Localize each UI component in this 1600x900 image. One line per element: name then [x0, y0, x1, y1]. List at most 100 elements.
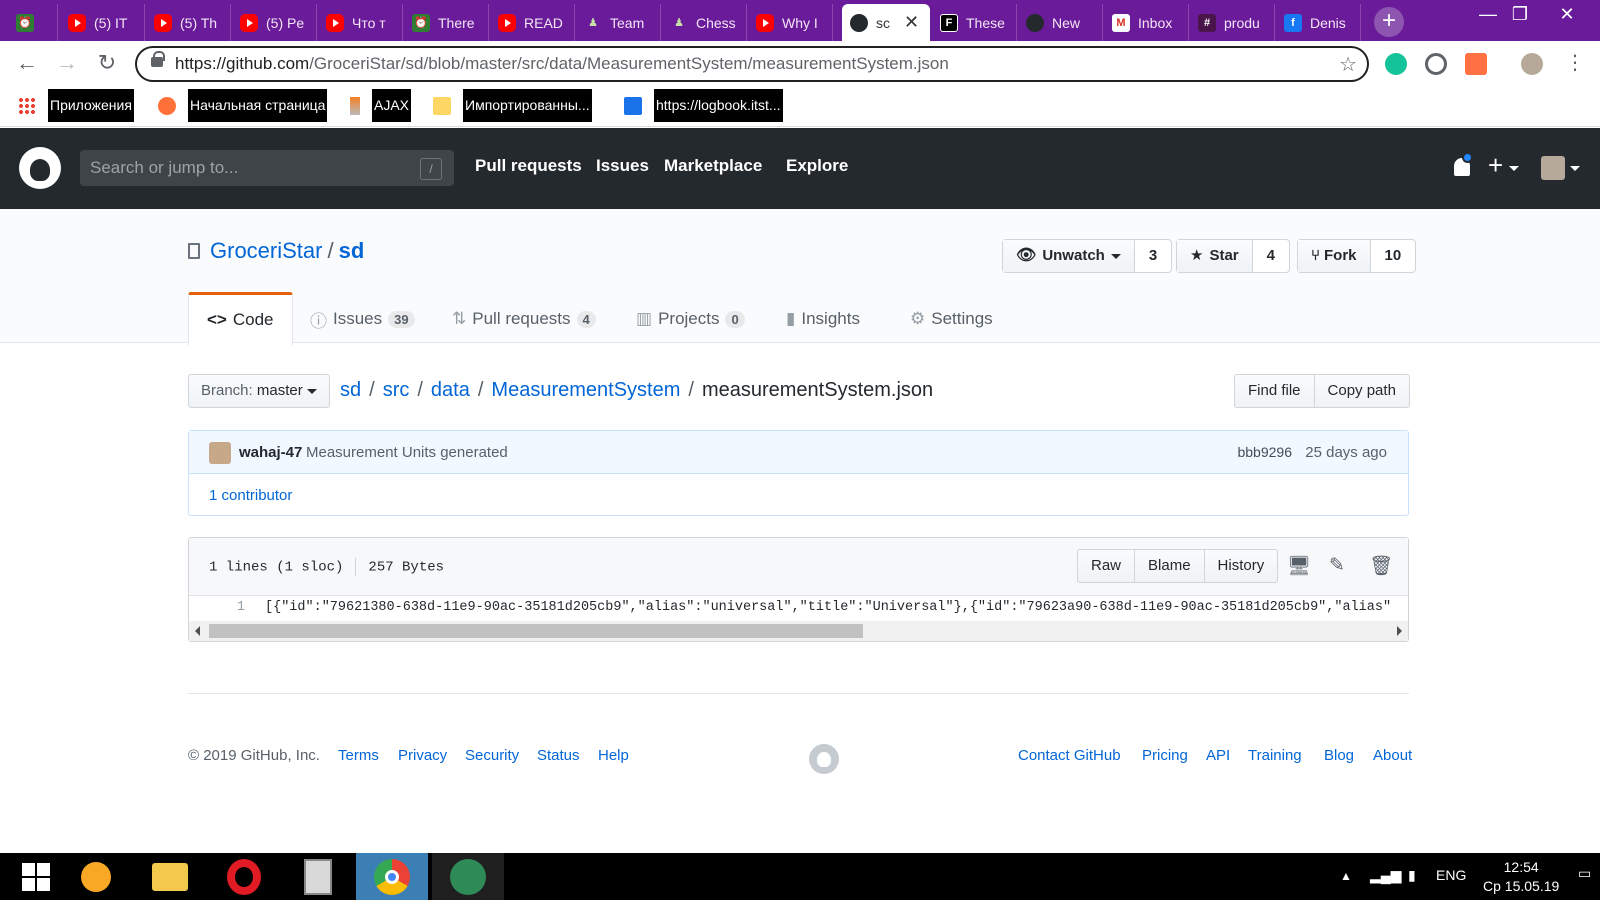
- horizontal-scrollbar[interactable]: [189, 621, 1408, 641]
- extension-icon[interactable]: [1425, 53, 1447, 75]
- browser-tab[interactable]: Что т: [318, 4, 403, 41]
- system-clock[interactable]: 12:54 Ср 15.05.19: [1483, 858, 1559, 896]
- commit-author-link[interactable]: wahaj-47: [239, 444, 302, 461]
- chrome-icon[interactable]: [356, 853, 428, 900]
- opera-icon[interactable]: [208, 853, 280, 900]
- footer-link-training[interactable]: Training: [1248, 747, 1302, 764]
- raw-button[interactable]: Raw: [1078, 550, 1134, 582]
- bookmark-item[interactable]: AJAX: [350, 89, 412, 122]
- pencil-edit-icon[interactable]: ✎: [1329, 554, 1345, 576]
- find-file-button[interactable]: Find file: [1235, 375, 1314, 407]
- restore-window-icon[interactable]: ❐: [1497, 0, 1543, 30]
- scroll-right-arrow-icon[interactable]: [1397, 626, 1402, 636]
- bookmark-star-icon[interactable]: ☆: [1339, 52, 1357, 77]
- footer-link-terms[interactable]: Terms: [338, 747, 379, 764]
- footer-link-contact[interactable]: Contact GitHub: [1018, 747, 1121, 764]
- tab-insights[interactable]: ▮ Insights: [786, 294, 860, 344]
- extension-icon[interactable]: [1465, 53, 1487, 75]
- aimp-icon[interactable]: [60, 853, 132, 900]
- file-explorer-icon[interactable]: [134, 853, 206, 900]
- atom-icon[interactable]: [432, 853, 504, 900]
- browser-tab[interactable]: ♟ Team: [576, 4, 661, 41]
- close-tab-icon[interactable]: ✕: [904, 12, 919, 33]
- star-count[interactable]: 4: [1251, 240, 1289, 272]
- tab-projects[interactable]: ▥ Projects 0: [636, 294, 745, 344]
- breadcrumb-link[interactable]: src: [383, 379, 410, 401]
- watch-count[interactable]: 3: [1133, 240, 1171, 272]
- fork-count[interactable]: 10: [1369, 240, 1416, 272]
- browser-tab[interactable]: (5) Pe: [232, 4, 317, 41]
- commit-author-avatar[interactable]: [209, 442, 231, 464]
- fork-button[interactable]: ⑂ Fork: [1298, 240, 1370, 272]
- input-language[interactable]: ENG: [1436, 867, 1466, 883]
- contributors-link[interactable]: 1 contributor: [209, 487, 292, 504]
- notification-center-icon[interactable]: ▭: [1578, 865, 1591, 882]
- footer-link-privacy[interactable]: Privacy: [398, 747, 447, 764]
- footer-link-help[interactable]: Help: [598, 747, 629, 764]
- footer-link-status[interactable]: Status: [537, 747, 580, 764]
- breadcrumb-link[interactable]: MeasurementSystem: [491, 379, 680, 401]
- browser-tab[interactable]: Why I: [748, 4, 833, 41]
- forward-arrow-icon[interactable]: →: [54, 51, 80, 77]
- line-number[interactable]: 1: [189, 600, 245, 615]
- tab-code[interactable]: <> Code: [188, 292, 293, 345]
- calculator-icon[interactable]: [282, 853, 354, 900]
- tab-issues[interactable]: ⓘ Issues 39: [310, 294, 415, 344]
- scroll-left-arrow-icon[interactable]: [195, 626, 200, 636]
- history-button[interactable]: History: [1203, 550, 1278, 582]
- copy-path-button[interactable]: Copy path: [1313, 375, 1409, 407]
- browser-tab[interactable]: New: [1018, 4, 1103, 41]
- browser-tab[interactable]: ⏰ There: [404, 4, 489, 41]
- search-input[interactable]: Search or jump to... /: [80, 150, 454, 186]
- browser-tab[interactable]: ♟ Chess: [662, 4, 747, 41]
- star-button[interactable]: ★ Star: [1177, 240, 1252, 272]
- address-bar[interactable]: https://github.com/GroceriStar/sd/blob/m…: [135, 46, 1369, 82]
- footer-link-api[interactable]: API: [1206, 747, 1230, 764]
- nav-issues[interactable]: Issues: [596, 156, 649, 176]
- create-new-plus-icon[interactable]: +: [1488, 150, 1503, 181]
- nav-pull-requests[interactable]: Pull requests: [475, 156, 582, 176]
- browser-tab-active[interactable]: sc ✕: [842, 4, 930, 41]
- back-arrow-icon[interactable]: ←: [14, 51, 40, 77]
- bookmark-folder[interactable]: Импортированны...: [433, 89, 592, 122]
- chrome-menu-icon[interactable]: ⋮: [1562, 51, 1588, 77]
- profile-avatar[interactable]: [1521, 53, 1543, 75]
- tab-pull-requests[interactable]: ⇅ Pull requests 4: [452, 294, 596, 344]
- battery-icon[interactable]: ▮: [1408, 867, 1416, 884]
- network-signal-icon[interactable]: ▂▄▆: [1370, 867, 1401, 884]
- tray-overflow-icon[interactable]: ▲: [1340, 869, 1352, 883]
- unwatch-button[interactable]: 👁 Unwatch: [1003, 240, 1134, 272]
- footer-link-security[interactable]: Security: [465, 747, 519, 764]
- breadcrumb-link[interactable]: sd: [340, 379, 361, 401]
- breadcrumb-link[interactable]: data: [431, 379, 470, 401]
- commit-message-link[interactable]: Measurement Units generated: [306, 444, 508, 461]
- footer-link-about[interactable]: About: [1373, 747, 1412, 764]
- tab-settings[interactable]: ⚙ Settings: [910, 294, 993, 344]
- browser-tab[interactable]: READ: [490, 4, 575, 41]
- trash-delete-icon[interactable]: 🗑: [1369, 554, 1393, 577]
- repo-owner-link[interactable]: GroceriStar: [210, 238, 322, 263]
- nav-marketplace[interactable]: Marketplace: [664, 156, 762, 176]
- browser-tab[interactable]: (5) Th: [146, 4, 231, 41]
- scrollbar-thumb[interactable]: [209, 624, 863, 638]
- browser-tab[interactable]: ⏰: [8, 4, 58, 41]
- user-avatar[interactable]: [1541, 156, 1565, 180]
- reload-icon[interactable]: ↻: [94, 51, 120, 77]
- commit-sha-link[interactable]: bbb9296: [1237, 444, 1292, 460]
- bookmark-apps[interactable]: Приложения: [18, 89, 134, 122]
- footer-link-blog[interactable]: Blog: [1324, 747, 1354, 764]
- footer-link-pricing[interactable]: Pricing: [1142, 747, 1188, 764]
- bookmark-item[interactable]: https://logbook.itst...: [624, 89, 783, 122]
- grammarly-icon[interactable]: [1385, 53, 1407, 75]
- browser-tab[interactable]: # produ: [1190, 4, 1275, 41]
- blame-button[interactable]: Blame: [1134, 550, 1204, 582]
- github-footer-logo-icon[interactable]: [809, 744, 839, 774]
- close-window-icon[interactable]: ✕: [1544, 0, 1590, 30]
- browser-tab[interactable]: (5) IT: [60, 4, 145, 41]
- github-logo-icon[interactable]: [19, 147, 61, 189]
- new-tab-button[interactable]: +: [1374, 7, 1404, 37]
- branch-select-button[interactable]: Branch: master: [188, 374, 330, 408]
- repo-name-link[interactable]: sd: [339, 238, 365, 263]
- desktop-icon[interactable]: 🖥: [1287, 554, 1311, 577]
- browser-tab[interactable]: F These: [932, 4, 1017, 41]
